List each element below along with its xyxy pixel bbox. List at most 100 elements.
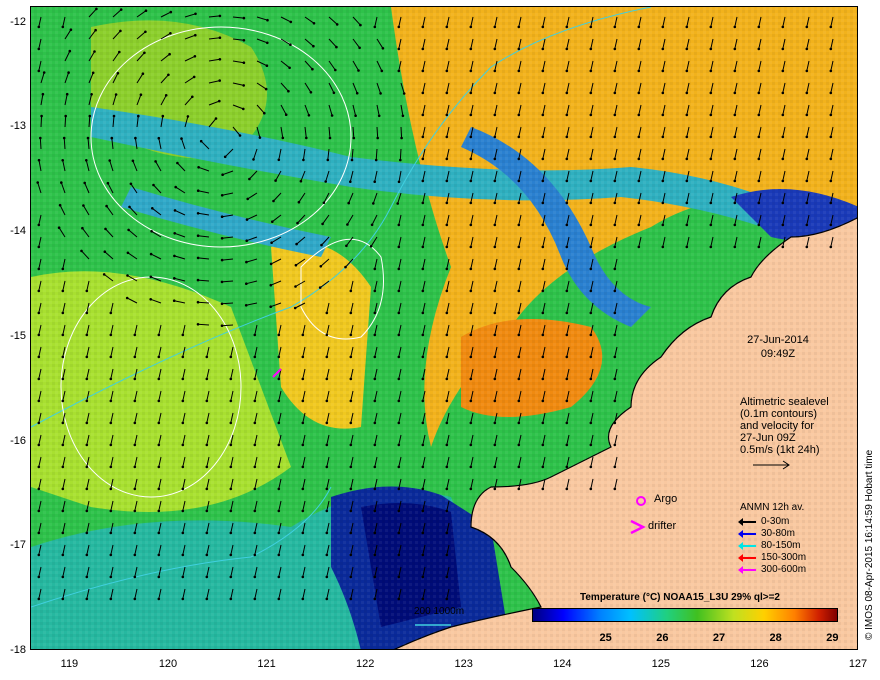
velocity-arrow-head — [421, 597, 425, 601]
velocity-arrow-head — [157, 443, 161, 447]
velocity-arrow-head — [325, 333, 329, 337]
velocity-arrow-head — [297, 200, 301, 204]
velocity-arrow-head — [469, 201, 473, 205]
anmn-legend-row: 150-300m — [738, 552, 806, 564]
velocity-arrow-head — [119, 8, 123, 11]
velocity-arrow-head — [379, 92, 382, 95]
velocity-arrow-head — [373, 267, 377, 271]
velocity-arrow-head — [493, 201, 497, 205]
velocity-arrow-head — [37, 311, 41, 315]
velocity-arrow-head — [685, 157, 689, 161]
velocity-arrow-head — [397, 443, 401, 447]
velocity-arrow-head — [493, 465, 497, 469]
velocity-arrow-head — [517, 201, 521, 205]
velocity-arrow-head — [109, 487, 113, 491]
velocity-arrow-head — [196, 212, 200, 215]
velocity-arrow-head — [396, 202, 400, 205]
velocity-arrow-head — [397, 311, 401, 315]
velocity-arrow-head — [325, 355, 329, 359]
velocity-arrow-head — [133, 553, 137, 557]
velocity-arrow-head — [277, 597, 281, 601]
velocity-arrow-head — [565, 267, 569, 271]
velocity-arrow-head — [220, 215, 224, 218]
velocity-arrow-head — [296, 221, 299, 225]
sst-map[interactable] — [30, 6, 858, 650]
velocity-arrow-head — [589, 245, 593, 249]
velocity-arrow-head — [229, 421, 233, 425]
velocity-arrow-head — [565, 443, 569, 447]
velocity-arrow-head — [194, 33, 197, 37]
velocity-arrow-head — [565, 355, 569, 359]
velocity-arrow-head — [85, 597, 89, 601]
velocity-arrow-head — [277, 377, 281, 381]
velocity-arrow-head — [349, 311, 353, 315]
velocity-arrow-head — [157, 553, 161, 557]
velocity-arrow-head — [397, 223, 401, 227]
velocity-arrow-head — [469, 25, 473, 29]
velocity-arrow-head — [344, 265, 347, 269]
velocity-arrow-head — [541, 47, 545, 51]
velocity-arrow-head — [69, 28, 73, 32]
velocity-arrow-head — [541, 179, 545, 183]
velocity-arrow-head — [685, 47, 689, 51]
velocity-arrow-head — [192, 75, 196, 79]
lon-tick-label: 126 — [750, 658, 769, 670]
velocity-arrow-head — [380, 69, 384, 73]
velocity-arrow-head — [265, 64, 269, 67]
velocity-arrow-head — [661, 223, 665, 227]
velocity-arrow-head — [613, 355, 617, 359]
velocity-arrow-head — [301, 377, 305, 381]
velocity-arrow-head — [637, 69, 641, 73]
velocity-arrow-head — [421, 157, 425, 161]
velocity-arrow-head — [421, 179, 425, 183]
velocity-arrow-head — [109, 465, 113, 469]
velocity-arrow-head — [805, 201, 809, 205]
velocity-arrow-head — [349, 509, 353, 513]
velocity-arrow-head — [541, 465, 545, 469]
velocity-arrow-head — [369, 245, 373, 248]
isobath-legend-label: 200 1000m — [414, 606, 465, 617]
velocity-arrow-head — [565, 91, 569, 95]
velocity-arrow-head — [301, 575, 305, 579]
velocity-arrow-head — [229, 531, 233, 535]
velocity-arrow-head — [143, 51, 146, 55]
velocity-arrow-head — [421, 311, 425, 315]
velocity-arrow-head — [37, 333, 41, 337]
velocity-arrow-head — [109, 377, 113, 381]
velocity-arrow-head — [469, 91, 473, 95]
velocity-arrow-head — [829, 201, 833, 205]
velocity-arrow-head — [220, 280, 224, 284]
velocity-arrow-head — [284, 113, 288, 116]
velocity-arrow-head — [325, 443, 329, 447]
velocity-arrow-head — [661, 157, 665, 161]
velocity-arrow-head — [373, 531, 377, 535]
velocity-arrow-head — [205, 377, 209, 381]
lon-tick-label: 123 — [454, 658, 473, 670]
velocity-arrow-head — [167, 73, 170, 77]
velocity-arrow — [221, 324, 234, 327]
temperature-colorbar — [532, 608, 838, 622]
velocity-arrow-head — [469, 311, 473, 315]
velocity-arrow-head — [272, 199, 275, 203]
velocity-arrow-head — [565, 179, 569, 183]
velocity-arrow-head — [277, 531, 281, 535]
velocity-arrow-head — [301, 443, 305, 447]
velocity-arrow-head — [493, 47, 497, 51]
velocity-arrow-head — [85, 399, 89, 403]
velocity-arrow-head — [589, 487, 593, 491]
velocity-arrow-head — [685, 91, 689, 95]
velocity-arrow-head — [685, 179, 689, 183]
velocity-arrow-head — [565, 113, 569, 117]
velocity-arrow-head — [85, 311, 89, 315]
velocity-arrow-head — [733, 25, 737, 29]
velocity-arrow-head — [541, 201, 545, 205]
velocity-arrow-head — [613, 443, 617, 447]
velocity-arrow-head — [205, 553, 209, 557]
velocity-arrow-head — [372, 202, 375, 205]
velocity-arrow-head — [397, 245, 401, 249]
velocity-arrow-head — [277, 575, 281, 579]
velocity-arrow-head — [733, 223, 737, 227]
velocity-arrow-head — [264, 87, 268, 91]
velocity-arrow-head — [421, 69, 425, 73]
velocity-arrow-head — [119, 29, 122, 33]
